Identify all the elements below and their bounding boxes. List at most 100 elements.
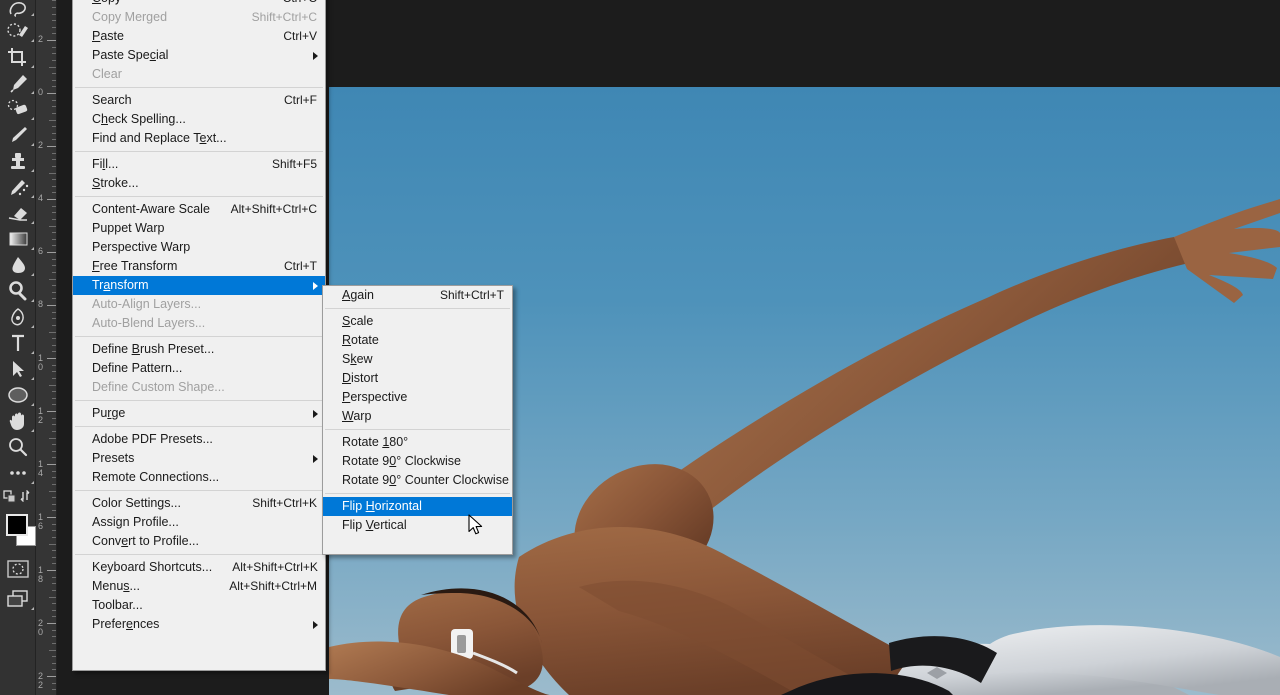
ruler-tick xyxy=(52,484,56,485)
menu-item-shortcut: Ctrl+F xyxy=(264,91,317,110)
menu-item-flip-vertical[interactable]: Flip Vertical xyxy=(323,516,512,535)
menu-item-label: Toolbar... xyxy=(92,596,143,615)
ruler-tick xyxy=(52,663,56,664)
menu-item-label: Remote Connections... xyxy=(92,468,219,487)
menu-item-warp[interactable]: Warp xyxy=(323,407,512,426)
menu-item-label: Perspective xyxy=(342,388,407,407)
ruler-tick xyxy=(49,491,56,492)
menu-separator xyxy=(75,196,323,197)
type-tool[interactable] xyxy=(0,330,36,356)
ruler-label: 22 xyxy=(38,672,43,690)
path-selection-tool[interactable] xyxy=(0,356,36,382)
screen-mode-button[interactable] xyxy=(0,586,36,612)
menu-item-menus[interactable]: Menus...Alt+Shift+Ctrl+M xyxy=(73,577,325,596)
spot-healing-brush-tool[interactable] xyxy=(0,96,36,122)
color-swatches[interactable] xyxy=(0,508,36,550)
menu-item-paste-special[interactable]: Paste Special xyxy=(73,46,325,65)
history-brush-tool[interactable] xyxy=(0,174,36,200)
ruler-tick xyxy=(52,86,56,87)
menu-item-content-aware-scale[interactable]: Content-Aware ScaleAlt+Shift+Ctrl+C xyxy=(73,200,325,219)
ruler-tick xyxy=(52,133,56,134)
quick-mask-button[interactable] xyxy=(0,556,36,582)
menu-item-convert-to-profile[interactable]: Convert to Profile... xyxy=(73,532,325,551)
ruler-label: 6 xyxy=(38,247,43,256)
ruler-tick xyxy=(52,139,56,140)
ruler-tick xyxy=(52,636,56,637)
crop-tool[interactable] xyxy=(0,44,36,70)
menu-item-adobe-pdf-presets[interactable]: Adobe PDF Presets... xyxy=(73,430,325,449)
menu-item-rotate-180[interactable]: Rotate 180° xyxy=(323,433,512,452)
menu-item-stroke[interactable]: Stroke... xyxy=(73,174,325,193)
menu-item-paste[interactable]: PasteCtrl+V xyxy=(73,27,325,46)
ellipse-shape-tool[interactable] xyxy=(0,382,36,408)
menu-item-flip-horizontal[interactable]: Flip Horizontal xyxy=(323,497,512,516)
menu-item-copy[interactable]: CopyCtrl+C xyxy=(73,0,325,8)
menu-item-check-spelling[interactable]: Check Spelling... xyxy=(73,110,325,129)
ruler-tick xyxy=(52,298,56,299)
transform-submenu[interactable]: AgainShift+Ctrl+T ScaleRotateSkewDistortP… xyxy=(322,285,513,555)
ruler-tick xyxy=(52,325,56,326)
menu-item-search[interactable]: SearchCtrl+F xyxy=(73,91,325,110)
ruler-tick xyxy=(52,378,56,379)
menu-item-remote-connections[interactable]: Remote Connections... xyxy=(73,468,325,487)
ruler-tick xyxy=(52,577,56,578)
ruler-tick xyxy=(52,391,56,392)
menu-item-preferences[interactable]: Preferences xyxy=(73,615,325,634)
edit-toolbar-tool[interactable] xyxy=(0,460,36,486)
blur-tool[interactable] xyxy=(0,252,36,278)
dodge-tool[interactable] xyxy=(0,278,36,304)
menu-item-transform[interactable]: Transform xyxy=(73,276,325,295)
menu-item-fill[interactable]: Fill...Shift+F5 xyxy=(73,155,325,174)
ruler-tick xyxy=(52,186,56,187)
menu-item-label: Scale xyxy=(342,312,373,331)
zoom-tool[interactable] xyxy=(0,434,36,460)
menu-item-define-pattern[interactable]: Define Pattern... xyxy=(73,359,325,378)
clone-stamp-tool[interactable] xyxy=(0,148,36,174)
menu-item-purge[interactable]: Purge xyxy=(73,404,325,423)
menu-item-skew[interactable]: Skew xyxy=(323,350,512,369)
quick-selection-tool[interactable] xyxy=(0,18,36,44)
menu-item-rotate[interactable]: Rotate xyxy=(323,331,512,350)
menu-item-assign-profile[interactable]: Assign Profile... xyxy=(73,513,325,532)
foreground-color-swatch[interactable] xyxy=(6,514,28,536)
menu-separator xyxy=(75,400,323,401)
menu-item-rotate-90-counter-clockwise[interactable]: Rotate 90° Counter Clockwise xyxy=(323,471,512,490)
menu-item-scale[interactable]: Scale xyxy=(323,312,512,331)
menu-item-find-and-replace-text[interactable]: Find and Replace Text... xyxy=(73,129,325,148)
menu-item-perspective[interactable]: Perspective xyxy=(323,388,512,407)
menu-item-label: Presets xyxy=(92,449,134,468)
menu-item-shortcut: Shift+Ctrl+C xyxy=(232,8,317,27)
brush-tool[interactable] xyxy=(0,122,36,148)
ruler-tick xyxy=(52,272,56,273)
ruler-tick xyxy=(52,33,56,34)
menu-item-perspective-warp[interactable]: Perspective Warp xyxy=(73,238,325,257)
vertical-ruler[interactable]: 20246810121416182022 xyxy=(36,0,57,695)
eraser-tool[interactable] xyxy=(0,200,36,226)
edit-menu[interactable]: CopyCtrl+CCopy MergedShift+Ctrl+CPasteCt… xyxy=(72,0,326,671)
menu-separator xyxy=(325,429,510,430)
menu-item-define-brush-preset[interactable]: Define Brush Preset... xyxy=(73,340,325,359)
pen-tool[interactable] xyxy=(0,304,36,330)
eyedropper-tool[interactable] xyxy=(0,70,36,96)
menu-item-color-settings[interactable]: Color Settings...Shift+Ctrl+K xyxy=(73,494,325,513)
ruler-tick xyxy=(49,67,56,68)
menu-item-label: Perspective Warp xyxy=(92,238,190,257)
tools-panel[interactable] xyxy=(0,0,36,695)
lasso-tool[interactable] xyxy=(0,0,36,18)
menu-item-rotate-90-clockwise[interactable]: Rotate 90° Clockwise xyxy=(323,452,512,471)
color-controls-row[interactable] xyxy=(0,486,36,506)
ruler-tick xyxy=(52,451,56,452)
menu-item-puppet-warp[interactable]: Puppet Warp xyxy=(73,219,325,238)
ruler-tick xyxy=(49,385,56,386)
hand-tool[interactable] xyxy=(0,408,36,434)
menu-item-label: Rotate 180° xyxy=(342,433,408,452)
menu-item-shortcut: Alt+Shift+Ctrl+K xyxy=(212,558,318,577)
menu-item-presets[interactable]: Presets xyxy=(73,449,325,468)
menu-item-again[interactable]: AgainShift+Ctrl+T xyxy=(323,286,512,305)
menu-item-distort[interactable]: Distort xyxy=(323,369,512,388)
gradient-tool[interactable] xyxy=(0,226,36,252)
menu-item-free-transform[interactable]: Free TransformCtrl+T xyxy=(73,257,325,276)
tool-flyout-indicator xyxy=(31,195,34,198)
menu-item-toolbar[interactable]: Toolbar... xyxy=(73,596,325,615)
menu-item-keyboard-shortcuts[interactable]: Keyboard Shortcuts...Alt+Shift+Ctrl+K xyxy=(73,558,325,577)
